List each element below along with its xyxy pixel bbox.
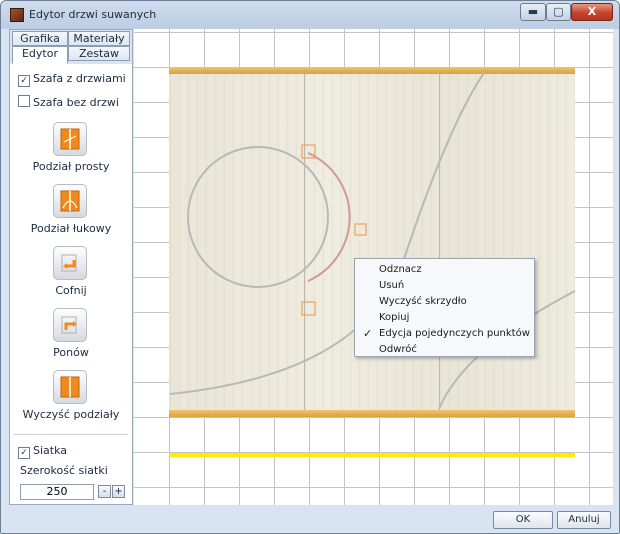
undo-arrow-icon	[53, 246, 87, 280]
editor-window: Edytor drzwi suwanych ▬ ▢ X Grafika Mate…	[0, 0, 620, 534]
tab-grafika[interactable]: Grafika	[12, 31, 68, 46]
grid-width-increment[interactable]: +	[112, 485, 125, 498]
context-menu: Odznacz Usuń Wyczyść skrzydło Kopiuj ✓ Ed…	[354, 258, 535, 357]
menu-item-label: Kopiuj	[379, 312, 410, 323]
menu-item-edycja-punktow[interactable]: ✓ Edycja pojedynczych punktów	[355, 326, 534, 342]
door-width-strip	[169, 453, 575, 457]
grid-option[interactable]: ✓ Siatka	[18, 444, 68, 459]
redo-button[interactable]: Ponów	[10, 308, 132, 364]
panel-divider	[14, 434, 128, 435]
with-doors-checkbox[interactable]: ✓	[18, 75, 30, 87]
menu-item-usun[interactable]: Usuń	[355, 278, 534, 294]
menu-item-label: Odwróć	[379, 344, 417, 355]
menu-item-wyczysc-skrzydlo[interactable]: Wyczyść skrzydło	[355, 294, 534, 310]
ok-button[interactable]: OK	[493, 511, 553, 529]
window-title: Edytor drzwi suwanych	[29, 8, 157, 21]
arc-split-button[interactable]: Podział łukowy	[10, 184, 132, 240]
grid-width-label: Szerokość siatki	[20, 464, 108, 477]
menu-item-label: Wyczyść skrzydło	[379, 296, 467, 307]
control-point-bottom[interactable]	[301, 301, 316, 316]
arc-split-circle[interactable]	[187, 146, 329, 288]
tool-panel: Grafika Materiały Edytor Zestaw ✓ Szafa z…	[9, 29, 133, 505]
redo-label: Ponów	[53, 346, 89, 359]
without-doors-label: Szafa bez drzwi	[33, 96, 119, 109]
tab-strip: Grafika Materiały Edytor Zestaw	[10, 30, 132, 64]
maximize-button[interactable]: ▢	[546, 3, 571, 21]
menu-item-odznacz[interactable]: Odznacz	[355, 262, 534, 278]
tab-zestaw[interactable]: Zestaw	[68, 46, 130, 61]
app-icon	[10, 8, 24, 22]
undo-label: Cofnij	[55, 284, 87, 297]
with-doors-label: Szafa z drzwiami	[33, 72, 126, 85]
split-straight-icon	[53, 122, 87, 156]
close-button[interactable]: X	[571, 3, 613, 21]
menu-item-label: Usuń	[379, 280, 405, 291]
without-doors-checkbox[interactable]	[18, 95, 30, 107]
undo-button[interactable]: Cofnij	[10, 246, 132, 302]
cancel-button[interactable]: Anuluj	[557, 511, 611, 529]
clear-splits-label: Wyczyść podziały	[22, 408, 120, 421]
title-bar: Edytor drzwi suwanych ▬ ▢ X	[1, 1, 619, 29]
menu-item-kopiuj[interactable]: Kopiuj	[355, 310, 534, 326]
grid-width-decrement[interactable]: -	[98, 485, 111, 498]
menu-item-label: Edycja pojedynczych punktów	[379, 328, 530, 339]
control-point-right[interactable]	[354, 223, 367, 236]
redo-arrow-icon	[53, 308, 87, 342]
grid-width-input[interactable]: 250	[20, 484, 94, 500]
split-arc-icon	[53, 184, 87, 218]
tab-materialy[interactable]: Materiały	[68, 31, 130, 46]
minimize-button[interactable]: ▬	[520, 3, 546, 21]
arc-split-label: Podział łukowy	[30, 222, 112, 235]
straight-split-button[interactable]: Podział prosty	[10, 122, 132, 178]
with-doors-option[interactable]: ✓ Szafa z drzwiami	[18, 72, 126, 87]
check-icon: ✓	[363, 327, 373, 340]
straight-split-label: Podział prosty	[32, 160, 110, 173]
without-doors-option[interactable]: Szafa bez drzwi	[18, 95, 119, 109]
clear-splits-icon	[53, 370, 87, 404]
tab-edytor[interactable]: Edytor	[12, 46, 68, 64]
menu-item-odwroc[interactable]: Odwróć	[355, 342, 534, 358]
menu-item-label: Odznacz	[379, 264, 422, 275]
clear-splits-button[interactable]: Wyczyść podziały	[10, 370, 132, 426]
grid-label: Siatka	[33, 444, 68, 457]
grid-checkbox[interactable]: ✓	[18, 447, 30, 459]
